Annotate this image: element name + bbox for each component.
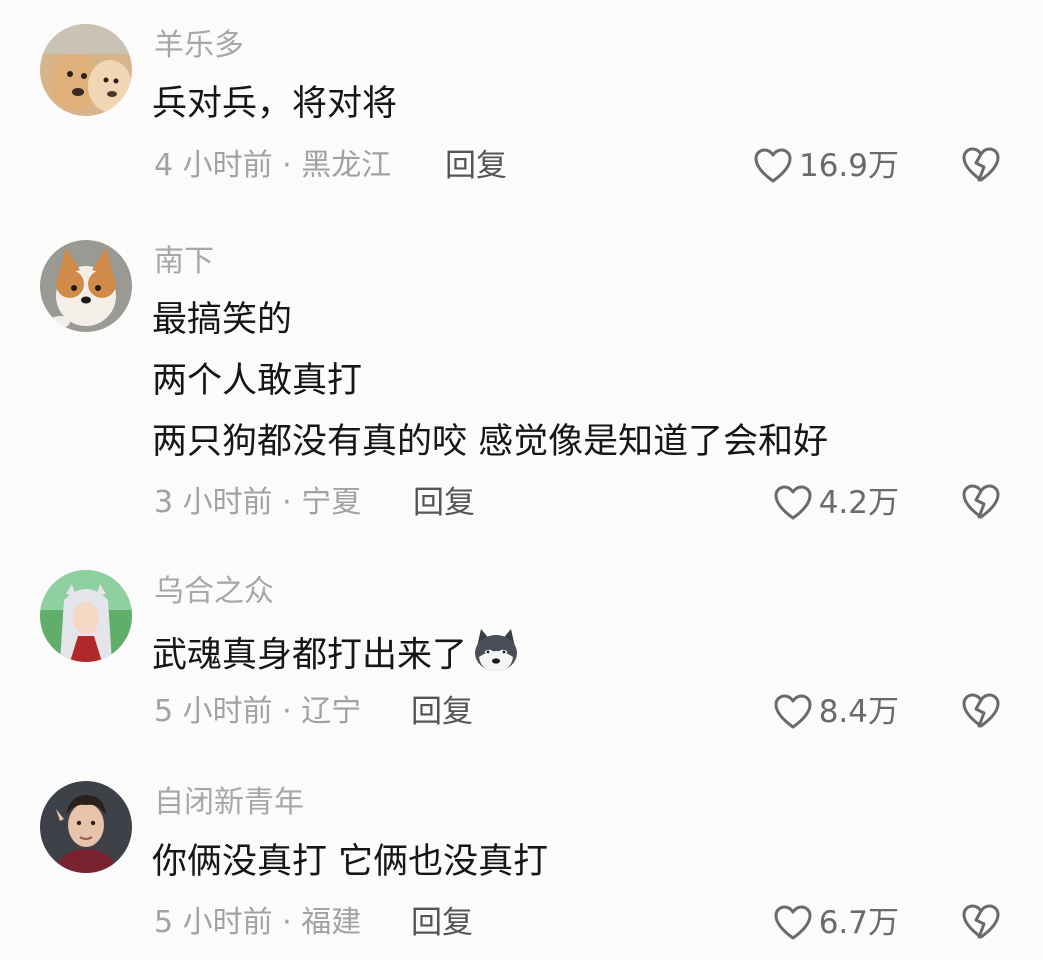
comment-text: 你俩没真打 它俩也没真打 <box>152 842 549 882</box>
comment-username[interactable]: 羊乐多 <box>154 26 244 66</box>
like-button[interactable]: 16.9万 <box>753 146 899 186</box>
heart-outline-icon <box>774 905 812 940</box>
reply-button[interactable]: 回复 <box>411 903 473 943</box>
comment-text: 兵对兵，将对将 <box>152 84 398 124</box>
heart-outline-icon <box>774 694 812 729</box>
comment-text: 两只狗都没有真的咬 感觉像是知道了会和好 <box>152 422 829 462</box>
like-count: 8.4万 <box>818 694 899 730</box>
dislike-button[interactable] <box>961 483 1001 523</box>
comment-meta: 5 小时前 · 福建 <box>154 905 362 940</box>
broken-heart-icon <box>962 693 1000 728</box>
heart-outline-icon <box>754 148 792 183</box>
like-button[interactable]: 8.4万 <box>773 692 899 732</box>
like-button[interactable]: 4.2万 <box>773 483 899 523</box>
comment-text-content: 武魂真身都打出来了 <box>152 635 468 676</box>
corgi-avatar[interactable] <box>40 240 132 332</box>
dog-pair-avatar[interactable] <box>40 24 132 116</box>
reply-button[interactable]: 回复 <box>413 483 475 523</box>
comment-text: 两个人敢真打 <box>152 361 363 401</box>
comment-meta: 5 小时前 · 辽宁 <box>154 694 362 729</box>
broken-heart-icon <box>962 484 1000 519</box>
like-button[interactable]: 6.7万 <box>773 903 899 943</box>
comment-username[interactable]: 南下 <box>154 242 214 282</box>
dislike-button[interactable] <box>961 146 1001 186</box>
dislike-button[interactable] <box>961 903 1001 943</box>
anime-character-avatar[interactable] <box>40 570 132 662</box>
like-count: 4.2万 <box>818 485 899 521</box>
comment-username[interactable]: 自闭新青年 <box>154 783 304 823</box>
comment-username[interactable]: 乌合之众 <box>154 572 274 612</box>
dislike-button[interactable] <box>961 692 1001 732</box>
reply-button[interactable]: 回复 <box>445 146 507 186</box>
broken-heart-icon <box>962 147 1000 182</box>
comment-text: 最搞笑的 <box>152 300 293 340</box>
comment-text: 武魂真身都打出来了 <box>152 627 521 686</box>
like-count: 6.7万 <box>818 905 899 941</box>
person-avatar[interactable] <box>40 781 132 873</box>
comment-meta: 4 小时前 · 黑龙江 <box>154 148 392 183</box>
comment-meta: 3 小时前 · 宁夏 <box>154 485 362 520</box>
husky-dog-emoji <box>471 627 521 686</box>
like-count: 16.9万 <box>798 148 899 184</box>
reply-button[interactable]: 回复 <box>411 692 473 732</box>
heart-outline-icon <box>774 485 812 520</box>
broken-heart-icon <box>962 904 1000 939</box>
